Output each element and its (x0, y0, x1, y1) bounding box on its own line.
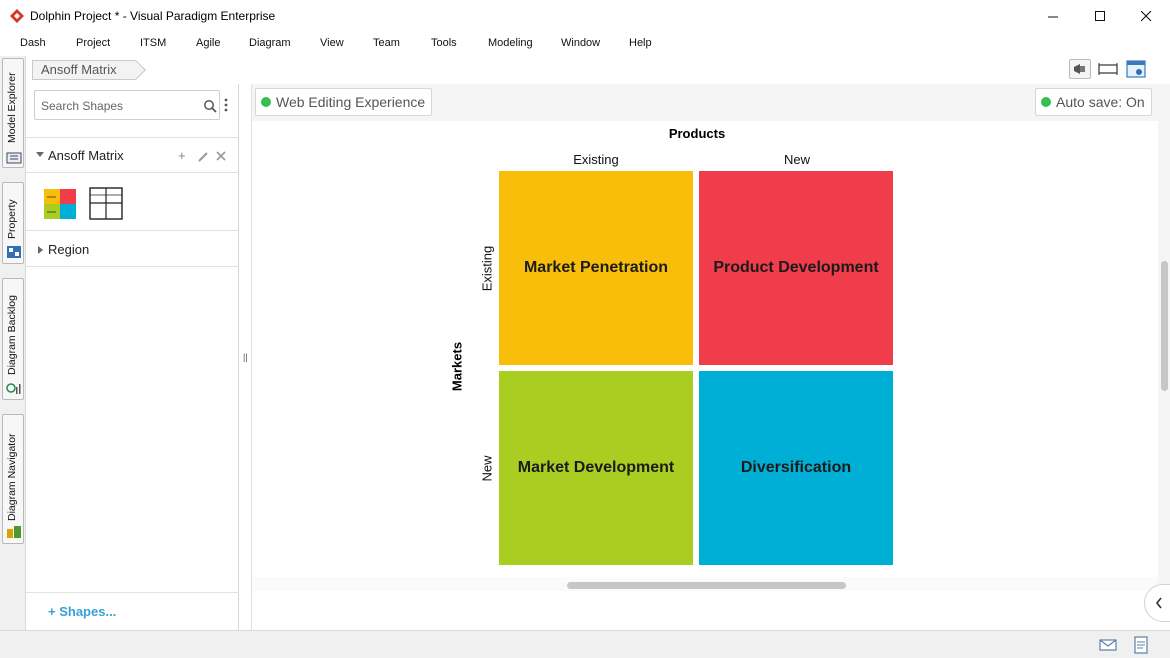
cell-market-penetration[interactable]: Market Penetration (499, 171, 693, 365)
autosave-label: Auto save: On (1056, 94, 1145, 110)
menu-modeling[interactable]: Modeling (488, 37, 533, 49)
diagram-editor: Web Editing Experience Auto save: On Pro… (251, 84, 1170, 630)
autosave-indicator[interactable]: Auto save: On (1035, 88, 1152, 116)
tab-diagram-navigator-label: Diagram Navigator (6, 433, 18, 521)
status-bar (0, 630, 1170, 658)
diagram-navigator-icon (7, 526, 21, 538)
cell-market-development[interactable]: Market Development (499, 371, 693, 565)
tab-diagram-backlog-label: Diagram Backlog (6, 295, 18, 375)
megaphone-icon (1074, 64, 1085, 74)
row-header-existing: Existing (479, 245, 495, 292)
menu-dash[interactable]: Dash (20, 37, 46, 49)
shape-group-region[interactable]: Region (26, 236, 239, 266)
menu-project[interactable]: Project (76, 37, 110, 49)
maximize-button[interactable] (1077, 0, 1123, 32)
diagram-toolbar-panel: Ansoff Matrix + Region + Shapes... (26, 84, 239, 630)
diagram-canvas[interactable]: Products Existing New Markets Existing N… (252, 121, 1158, 577)
search-shapes-input[interactable] (41, 97, 191, 115)
separator (26, 230, 239, 231)
chevron-right-icon (38, 246, 43, 254)
menu-tools[interactable]: Tools (431, 37, 457, 49)
menu-window[interactable]: Window (561, 37, 600, 49)
cell-product-development-label: Product Development (713, 259, 879, 276)
close-icon (1140, 10, 1151, 21)
separator (26, 266, 239, 267)
plus-icon: + (48, 604, 56, 619)
separator (26, 592, 239, 593)
layout-button[interactable] (1125, 59, 1147, 79)
visual-paradigm-logo-icon (10, 9, 24, 23)
menu-agile[interactable]: Agile (196, 37, 220, 49)
tab-model-explorer-label: Model Explorer (6, 72, 18, 143)
window-layout-icon (1126, 60, 1146, 78)
add-shape-icon[interactable]: + (178, 148, 186, 163)
menu-view[interactable]: View (320, 37, 344, 49)
splitter-grip-icon: || (243, 352, 248, 362)
minimize-button[interactable] (1030, 0, 1076, 32)
close-button[interactable] (1123, 0, 1169, 32)
model-explorer-icon (6, 152, 22, 164)
canvas-info-bar: Web Editing Experience Auto save: On (252, 84, 1170, 121)
cell-market-penetration-label: Market Penetration (523, 259, 669, 276)
ansoff-matrix-grid-shape-icon[interactable] (88, 185, 124, 221)
horizontal-scrollbar[interactable] (567, 582, 846, 589)
tab-property[interactable]: Property (2, 182, 24, 264)
fit-diagram-button[interactable] (1097, 59, 1119, 79)
column-header-new: New (783, 152, 810, 167)
ansoff-matrix-colored-shape-icon[interactable] (42, 185, 78, 221)
title-bar: Dolphin Project * - Visual Paradigm Ente… (0, 0, 1170, 32)
menu-bar: Dash Project ITSM Agile Diagram View Tea… (0, 32, 1170, 56)
close-group-icon[interactable] (216, 151, 226, 161)
vertical-scrollbar-track (1158, 121, 1170, 591)
cell-product-development[interactable]: Product Development (699, 171, 893, 365)
tab-property-label: Property (6, 199, 18, 239)
minimize-icon (1047, 16, 1058, 17)
tab-diagram-navigator[interactable]: Diagram Navigator (2, 414, 24, 544)
tab-diagram-backlog[interactable]: Diagram Backlog (2, 278, 24, 400)
products-axis-title: Products (668, 126, 726, 141)
more-options-icon[interactable] (224, 98, 228, 112)
window-title: Dolphin Project * - Visual Paradigm Ente… (30, 9, 276, 23)
menu-help[interactable]: Help (629, 37, 652, 49)
web-editing-experience-button[interactable]: Web Editing Experience (255, 88, 433, 116)
vertical-scrollbar[interactable] (1161, 261, 1168, 391)
announcement-button[interactable] (1069, 59, 1091, 79)
breadcrumb-ansoff-matrix[interactable]: Ansoff Matrix (32, 60, 136, 80)
cell-diversification-label: Diversification (740, 459, 852, 476)
search-icon[interactable] (203, 99, 217, 113)
maximize-icon (1094, 10, 1105, 21)
shape-group-ansoff-matrix[interactable]: Ansoff Matrix + (26, 140, 239, 172)
cell-diversification[interactable]: Diversification (699, 371, 893, 565)
separator (26, 172, 239, 173)
menu-team[interactable]: Team (373, 37, 400, 49)
chevron-down-icon (36, 152, 44, 157)
separator (26, 137, 239, 138)
markets-axis-title: Markets (449, 341, 465, 392)
collapse-panel-button[interactable] (1144, 584, 1170, 622)
cell-market-development-label: Market Development (517, 459, 675, 476)
property-icon (7, 246, 21, 258)
status-dot-icon (1041, 97, 1051, 107)
region-label: Region (48, 242, 90, 257)
search-shapes-box (34, 90, 220, 120)
status-dot-icon (261, 97, 271, 107)
breadcrumb-bar: Ansoff Matrix (26, 56, 1170, 84)
row-header-new: New (479, 455, 495, 482)
panel-splitter[interactable]: || (239, 84, 251, 630)
tab-model-explorer[interactable]: Model Explorer (2, 58, 24, 168)
notes-icon[interactable] (1132, 636, 1150, 654)
more-shapes-link[interactable]: + Shapes... (48, 604, 116, 619)
menu-itsm[interactable]: ITSM (140, 37, 166, 49)
menu-diagram[interactable]: Diagram (249, 37, 291, 49)
web-editing-label: Web Editing Experience (276, 94, 426, 110)
shape-group-label: Ansoff Matrix (48, 148, 124, 163)
more-shapes-label: Shapes... (59, 604, 117, 619)
side-tab-strip: Model Explorer Property Diagram Backlog … (0, 56, 26, 630)
column-header-existing: Existing (573, 152, 619, 167)
mail-icon[interactable] (1099, 638, 1117, 652)
diagram-backlog-icon (6, 383, 21, 394)
chevron-left-icon (1155, 597, 1162, 609)
fit-width-icon (1098, 63, 1118, 75)
edit-pencil-icon[interactable] (197, 151, 209, 163)
